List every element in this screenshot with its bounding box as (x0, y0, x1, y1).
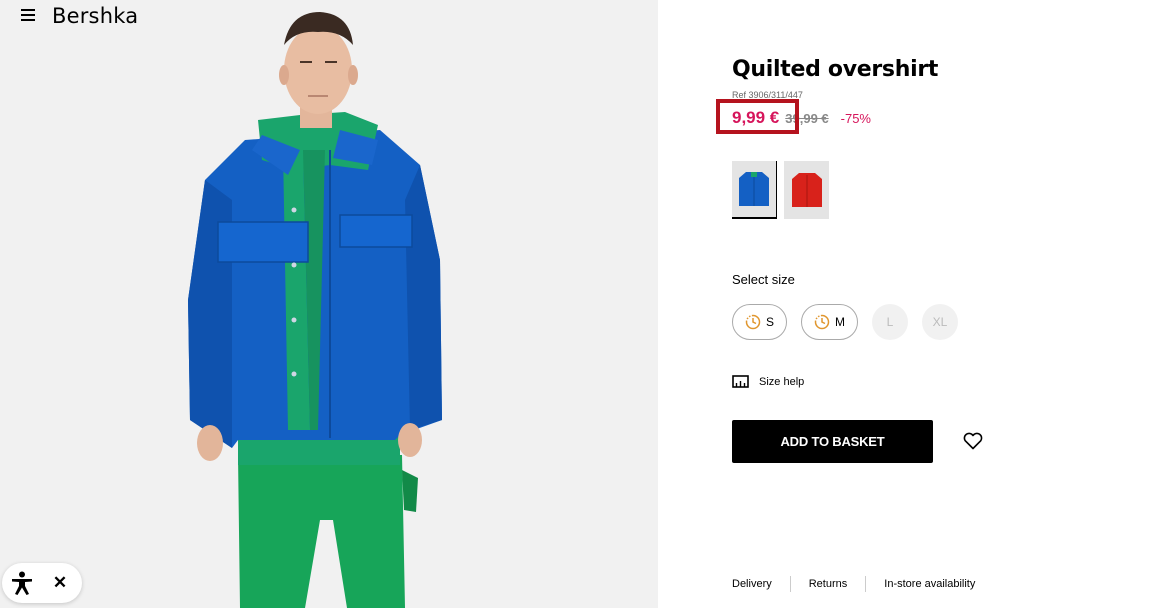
size-selector: S M L XL (732, 304, 959, 340)
color-swatch-blue[interactable] (732, 161, 777, 219)
product-footer-links: Delivery Returns In-store availability (732, 576, 975, 592)
instore-availability-link[interactable]: In-store availability (884, 578, 975, 590)
divider (865, 576, 867, 592)
add-to-basket-button[interactable]: ADD TO BASKET (732, 420, 933, 463)
select-size-label: Select size (732, 272, 795, 287)
close-icon[interactable]: ✕ (42, 563, 78, 603)
discount-badge: -75% (840, 111, 871, 126)
jacket-thumbnail-icon (791, 173, 822, 207)
brand-logo[interactable]: Bershka (52, 4, 138, 28)
size-option-label: S (766, 315, 775, 329)
ruler-icon (732, 375, 749, 388)
size-option-l[interactable]: L (872, 304, 909, 340)
delivery-link[interactable]: Delivery (732, 578, 772, 590)
divider (789, 576, 791, 592)
size-option-s[interactable]: S (732, 304, 788, 340)
accessibility-widget: ✕ (2, 563, 82, 603)
accessibility-icon[interactable] (2, 563, 42, 603)
price-highlight-box (716, 99, 799, 134)
size-help-link[interactable]: Size help (732, 375, 804, 388)
low-stock-clock-icon (814, 314, 830, 330)
size-option-label: M (835, 315, 846, 329)
heart-icon[interactable] (963, 432, 983, 450)
color-swatch-red[interactable] (784, 161, 829, 219)
product-details-panel: Quilted overshirt Ref 3906/311/447 9,99 … (658, 0, 1173, 608)
product-photo (188, 12, 442, 608)
returns-link[interactable]: Returns (809, 578, 848, 590)
low-stock-clock-icon (745, 314, 761, 330)
product-title: Quilted overshirt (732, 57, 939, 82)
jacket-thumbnail-icon (739, 172, 769, 206)
color-swatches (732, 161, 829, 219)
product-image-panel: Bershka ✕ (0, 0, 658, 608)
hamburger-menu-icon[interactable] (21, 9, 35, 21)
size-help-label: Size help (759, 375, 805, 388)
size-option-m[interactable]: M (801, 304, 859, 340)
size-option-xl[interactable]: XL (922, 304, 959, 340)
